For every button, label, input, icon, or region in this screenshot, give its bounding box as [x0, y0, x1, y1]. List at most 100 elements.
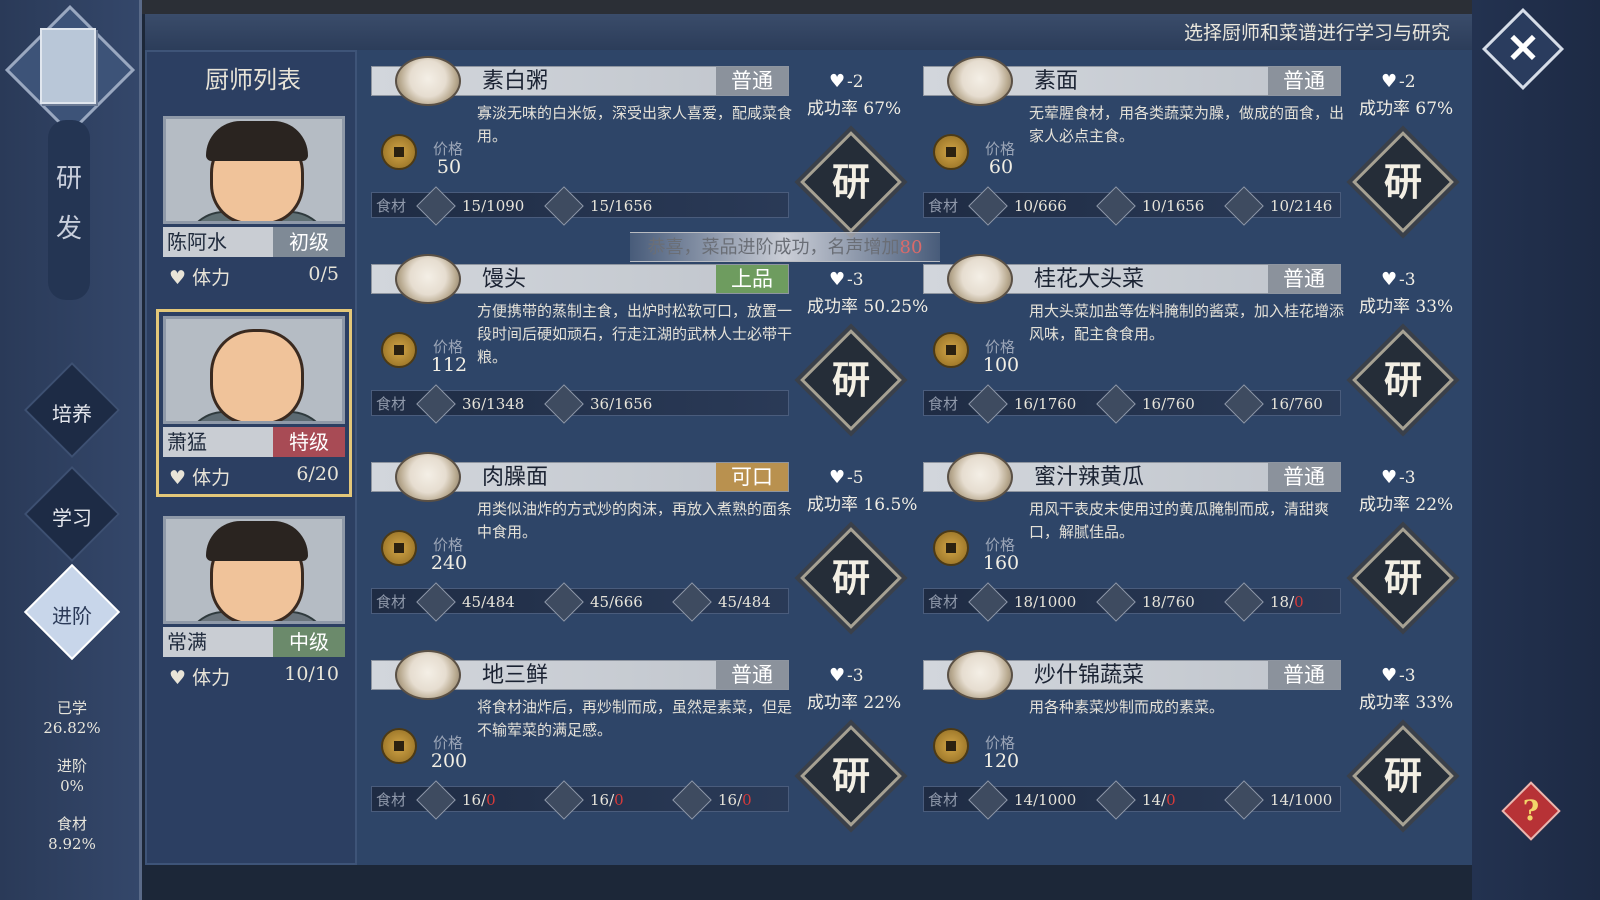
ingredient-count: 16/0: [462, 791, 496, 809]
ingredient-icon: [1224, 780, 1264, 820]
success-rate: 成功率 67%: [1359, 99, 1454, 119]
ingredient-item[interactable]: 18/0: [1224, 582, 1304, 622]
recipe-card[interactable]: 肉臊面 可口 用类似油炸的方式炒的肉沫，再放入煮熟的面条中食用。 价格 240 食材 45/…: [357, 446, 917, 629]
ingredient-count: 45/666: [590, 593, 643, 611]
ingredient-item[interactable]: 36/1656: [544, 384, 652, 424]
success-rate: 成功率 33%: [1359, 297, 1454, 317]
help-icon: ?: [1522, 794, 1540, 827]
price-value: 50: [436, 156, 462, 178]
heart-icon: ♥: [1381, 269, 1398, 290]
stamina-cost: ♥ -3: [1381, 665, 1416, 686]
ingredient-item[interactable]: 15/1656: [544, 186, 653, 226]
hp-label: ♥ 体力: [169, 267, 231, 289]
research-button-label: 研: [1383, 357, 1422, 402]
ingredient-count: 15/1656: [590, 197, 653, 215]
chef-card-selected[interactable]: 萧猛 特级 ♥ 体力 6/20: [156, 309, 352, 497]
left-nav: 研 发 培养 学习 进阶 已学 26.82% 进阶 0% 食材 8.92%: [0, 0, 142, 900]
heart-icon: ♥: [1381, 467, 1398, 488]
ingredient-item[interactable]: 16/0: [416, 780, 496, 820]
ingredient-item[interactable]: 45/484: [416, 582, 515, 622]
ingredient-item[interactable]: 10/2146: [1224, 186, 1332, 226]
recipe-card[interactable]: 地三鲜 普通 将食材油炸后，再炒制而成，虽然是素菜，但是不输荤菜的满足感。 价格 200…: [357, 644, 902, 827]
ingredient-item[interactable]: 10/1656: [1096, 186, 1204, 226]
ingredient-item[interactable]: 18/760: [1096, 582, 1195, 622]
recipe-card[interactable]: 桂花大头菜 普通 用大头菜加盐等佐料腌制的酱菜，加入桂花增添风味，配主食食用。 价格 1…: [909, 248, 1454, 431]
ingredient-label: 食材: [928, 395, 959, 413]
chef-card[interactable]: 常满 中级 ♥ 体力 10/10: [163, 516, 345, 690]
heart-icon: ♥: [829, 467, 846, 488]
ingredient-item[interactable]: 14/1000: [1224, 780, 1332, 820]
recipe-card[interactable]: 素面 普通 无荤腥食材，用各类蔬菜为臊，做成的面食，出家人必点主食。 价格 60 食材 10…: [909, 50, 1454, 233]
hp-label: ♥ 体力: [169, 667, 231, 689]
ingredient-bar: 食材 18/1000 18/760 18/0: [923, 582, 1341, 622]
recipe-book-icon[interactable]: [40, 28, 96, 104]
price-value: 200: [430, 750, 468, 772]
chef-name-row: 陈阿水 初级: [163, 227, 345, 257]
tab-research-char-2: 发: [55, 214, 82, 244]
chef-name-row: 常满 中级: [163, 627, 345, 657]
hp-value: 10/10: [284, 663, 339, 685]
chef-list-panel: 厨师列表 陈阿水 初级 ♥ 体力 0/5 萧猛 特级 ♥ 体力 6/20 常满 …: [145, 50, 357, 865]
ingredient-icon: [1224, 582, 1264, 622]
tab-research[interactable]: 研 发: [48, 120, 90, 300]
recipe-grid: 素白粥 普通 寡淡无味的白米饭，深受出家人喜爱，配咸菜食用。 价格 50 食材 15/109…: [357, 50, 1472, 865]
stamina-cost: ♥ -5: [829, 467, 864, 488]
ingredient-item[interactable]: 36/1348: [416, 384, 524, 424]
ingredient-item[interactable]: 16/760: [1224, 384, 1323, 424]
stat-advance-value: 0%: [60, 777, 84, 795]
stamina-cost: ♥ -2: [829, 71, 864, 92]
ingredient-icon: [544, 582, 584, 622]
chef-name: 常满: [163, 627, 273, 657]
recipe-card[interactable]: 炒什锦蔬菜 普通 用各种素菜炒制而成的素菜。 价格 120 食材 14/1000 14/0 14…: [909, 644, 1454, 827]
stat-ingredients-value: 8.92%: [48, 835, 96, 853]
recipe-description: 用风干表皮未使用过的黄瓜腌制而成，清甜爽口，解腻佳品。: [1029, 500, 1330, 541]
top-strip: [0, 0, 1600, 14]
ingredient-label: 食材: [928, 197, 959, 215]
nav-learn-label: 学习: [52, 506, 92, 530]
recipe-name: 炒什锦蔬菜: [1034, 663, 1145, 688]
stamina-cost: ♥ -2: [1381, 71, 1416, 92]
ingredient-count: 15/1090: [462, 197, 525, 215]
ingredient-item[interactable]: 16/760: [1096, 384, 1195, 424]
coin-icon: [933, 134, 969, 170]
ingredient-item[interactable]: 14/1000: [968, 780, 1076, 820]
recipe-description: 无荤腥食材，用各类蔬菜为臊，做成的面食，出家人必点主食。: [1029, 104, 1345, 145]
ingredient-icon: [1224, 384, 1264, 424]
dish-image: [947, 254, 1013, 304]
chef-card[interactable]: 陈阿水 初级 ♥ 体力 0/5: [163, 116, 345, 290]
ingredient-item[interactable]: 10/666: [968, 186, 1067, 226]
ingredient-item[interactable]: 45/666: [544, 582, 643, 622]
recipe-grade-badge: 上品: [716, 265, 788, 293]
ingredient-label: 食材: [928, 791, 959, 809]
recipe-description: 用类似油炸的方式炒的肉沫，再放入煮熟的面条中食用。: [477, 500, 793, 541]
recipe-name: 桂花大头菜: [1034, 267, 1145, 292]
dish-image: [947, 56, 1013, 106]
recipe-name: 素白粥: [482, 69, 549, 94]
ingredient-item[interactable]: 16/0: [672, 780, 752, 820]
research-button-label: 研: [1383, 555, 1422, 600]
ingredient-label: 食材: [928, 593, 959, 611]
ingredient-icon: [968, 186, 1008, 226]
chef-portrait: [163, 116, 345, 224]
dish-image: [395, 650, 461, 700]
ingredient-item[interactable]: 14/0: [1096, 780, 1176, 820]
heart-icon: ♥: [829, 269, 846, 290]
coin-icon: [381, 134, 417, 170]
recipe-grade-badge: 普通: [716, 661, 788, 689]
ingredient-item[interactable]: 45/484: [672, 582, 771, 622]
recipe-card[interactable]: 素白粥 普通 寡淡无味的白米饭，深受出家人喜爱，配咸菜食用。 价格 50 食材 15/109…: [357, 50, 902, 233]
price-value: 100: [982, 354, 1020, 376]
ingredient-count: 18/1000: [1014, 593, 1077, 611]
recipe-grade-badge: 普通: [1268, 463, 1340, 491]
recipe-card[interactable]: 馒头 上品 方便携带的蒸制主食，出炉时松软可口，放置一段时间后硬如顽石，行走江湖的武…: [357, 248, 928, 431]
recipe-grade-badge: 普通: [1268, 661, 1340, 689]
ingredient-item[interactable]: 15/1090: [416, 186, 525, 226]
stat-ingredients: 食材 8.92%: [20, 814, 124, 854]
recipe-description: 用各种素菜炒制而成的素菜。: [1029, 698, 1225, 716]
ingredient-item[interactable]: 18/1000: [968, 582, 1077, 622]
ingredient-item[interactable]: 16/1760: [968, 384, 1076, 424]
recipe-card[interactable]: 蜜汁辣黄瓜 普通 用风干表皮未使用过的黄瓜腌制而成，清甜爽口，解腻佳品。 价格 160 食…: [909, 446, 1454, 629]
ingredient-item[interactable]: 16/0: [544, 780, 624, 820]
heart-icon: ♥: [1381, 665, 1398, 686]
chef-rank: 初级: [273, 227, 345, 257]
